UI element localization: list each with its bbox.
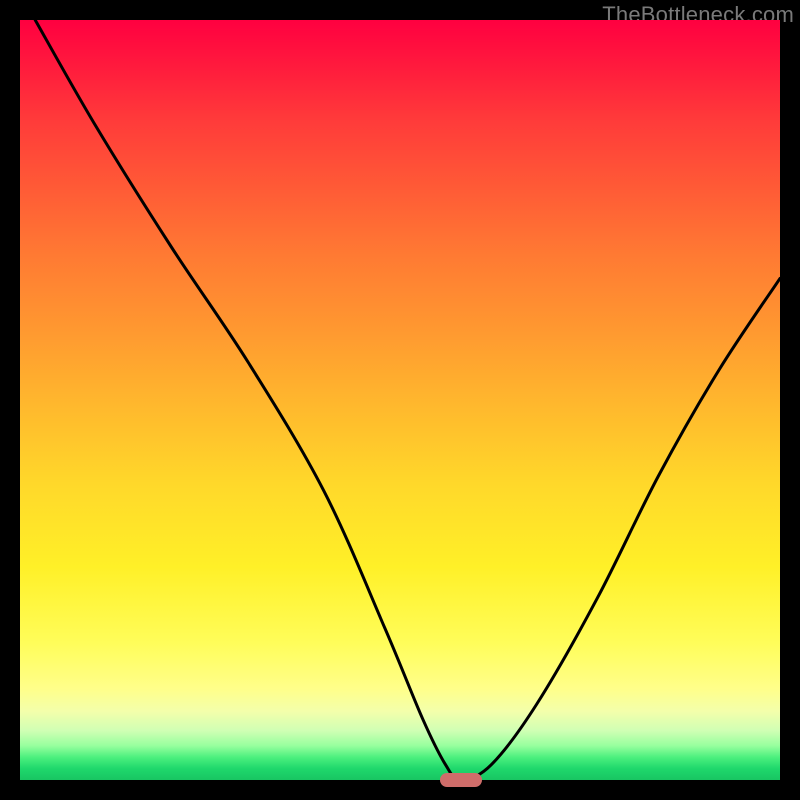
curve-svg	[20, 20, 780, 780]
chart-frame: TheBottleneck.com	[0, 0, 800, 800]
bottleneck-curve	[35, 20, 780, 780]
optimum-marker	[440, 773, 482, 787]
plot-area	[20, 20, 780, 780]
